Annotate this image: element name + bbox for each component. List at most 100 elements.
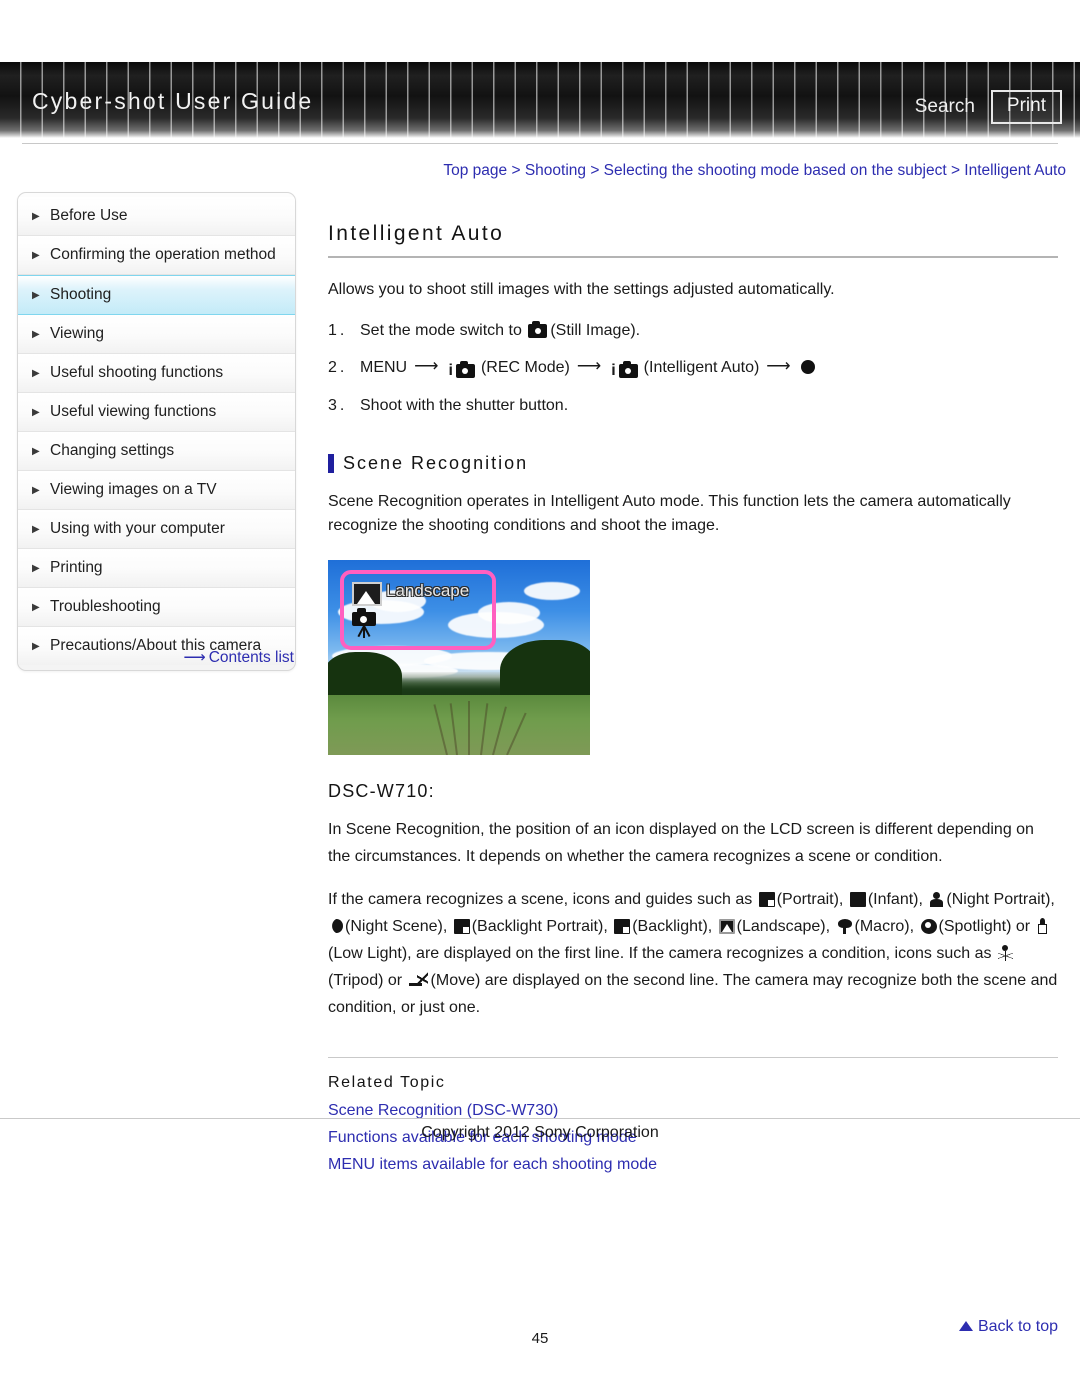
sidebar-item-label: Viewing images on a TV: [50, 481, 217, 498]
spotlight-icon: [920, 919, 937, 934]
text-part: (Night Portrait),: [946, 891, 1055, 908]
copyright-text: Copyright 2012 Sony Corporation: [421, 1124, 659, 1141]
sidebar-item-label: Changing settings: [50, 442, 175, 459]
contents-list-label: Contents list: [208, 649, 294, 666]
section-marker-icon: [328, 454, 334, 473]
text-part: (Move) are displayed on the second line.…: [328, 972, 1058, 1016]
landscape-icon: [718, 919, 735, 934]
intro-paragraph: Allows you to shoot still images with th…: [328, 281, 835, 298]
steps-list: 1. Set the mode switch to (Still Image).…: [328, 318, 1058, 419]
text-part: (Portrait),: [776, 891, 848, 908]
page-title: Intelligent Auto: [328, 222, 505, 245]
text-part: (Spotlight) or: [938, 918, 1035, 935]
chevron-right-icon: ▶: [32, 368, 40, 379]
cloud-shape: [524, 582, 580, 600]
main-content: Intelligent Auto Allows you to shoot sti…: [328, 222, 1058, 1335]
sidebar-item-troubleshooting[interactable]: ▶ Troubleshooting: [18, 588, 295, 627]
chevron-right-icon: ▶: [32, 250, 40, 261]
related-topic-title: Related Topic: [328, 1074, 446, 1091]
sidebar-item-label: Before Use: [50, 207, 128, 224]
sidebar-item-label: Using with your computer: [50, 520, 225, 537]
furrow-line: [468, 701, 470, 755]
sidebar-item-useful-viewing-functions[interactable]: ▶ Useful viewing functions: [18, 393, 295, 432]
header-divider: [22, 143, 1058, 144]
sidebar-item-shooting[interactable]: ▶ Shooting: [18, 275, 295, 315]
banner-actions: Search Print: [915, 90, 1062, 124]
step-text-pre: Set the mode switch to: [360, 322, 527, 339]
footer-divider: [0, 1118, 1080, 1119]
chevron-right-icon: ▶: [32, 446, 40, 457]
sidebar-item-useful-shooting-functions[interactable]: ▶ Useful shooting functions: [18, 354, 295, 393]
intelligent-auto-camera-icon: i: [611, 358, 640, 384]
intelligent-auto-camera-icon: i: [448, 358, 477, 384]
portrait-icon: [758, 892, 775, 907]
step-text-post: (Still Image).: [550, 322, 641, 339]
step-item-2: 2. MENU ⟶ i (REC Mode) ⟶ i (Intelligent Auto) ⟶: [328, 353, 1058, 384]
backlight-icon: [614, 919, 631, 934]
sidebar-item-label: Useful shooting functions: [50, 364, 224, 381]
chevron-right-icon: ▶: [32, 485, 40, 496]
model-title-dsc-w710: DSC-W710:: [328, 781, 435, 801]
breadcrumb[interactable]: Top page > Shooting > Selecting the shoo…: [443, 162, 1066, 180]
sidebar-item-label: Useful viewing functions: [50, 403, 217, 420]
text-part: (Low Light), are displayed on the first …: [328, 945, 996, 962]
search-link[interactable]: Search: [915, 96, 975, 118]
sidebar-item-label: Shooting: [50, 286, 112, 303]
sidebar-item-changing-settings[interactable]: ▶ Changing settings: [18, 432, 295, 471]
sidebar-item-label: Confirming the operation method: [50, 246, 276, 263]
landscape-mountain-icon: [352, 582, 382, 606]
chevron-right-icon: ▶: [32, 407, 40, 418]
section-title-label: Scene Recognition: [343, 453, 529, 473]
step-number: 2.: [328, 359, 348, 376]
model-paragraph-1: In Scene Recognition, the position of an…: [328, 821, 1034, 865]
text-part: (Infant),: [867, 891, 928, 908]
app-title: Cyber-shot User Guide: [32, 88, 314, 114]
step-item-1: 1. Set the mode switch to (Still Image).: [328, 318, 1058, 344]
landscape-label: Landscape: [386, 581, 470, 600]
sidebar-item-label: Troubleshooting: [50, 598, 161, 615]
arrow-right-icon: ⟶: [576, 356, 602, 375]
sidebar-item-viewing[interactable]: ▶ Viewing: [18, 315, 295, 354]
sidebar-item-printing[interactable]: ▶ Printing: [18, 549, 295, 588]
chevron-right-icon: ▶: [32, 524, 40, 535]
shutter-dot-icon: [800, 360, 815, 374]
night-scene-icon: [330, 919, 343, 934]
scene-recognition-illustration: Landscape: [328, 560, 590, 755]
sidebar-item-before-use[interactable]: ▶ Before Use: [18, 197, 295, 236]
step-number: 1.: [328, 322, 348, 339]
night-portrait-icon: [929, 892, 944, 907]
chevron-right-icon: ▶: [32, 329, 40, 340]
arrow-right-icon: ⟶: [414, 356, 439, 375]
page-number: 45: [531, 1330, 549, 1347]
model-paragraph-2: If the camera recognizes a scene, icons …: [328, 886, 1058, 1021]
sidebar-item-confirming-operation-method[interactable]: ▶ Confirming the operation method: [18, 236, 295, 275]
section-title-scene-recognition: Scene Recognition: [328, 453, 1058, 474]
field-shape: [328, 695, 590, 755]
chevron-right-icon: ▶: [32, 211, 40, 222]
related-topic-divider: [328, 1057, 1058, 1058]
arrow-right-icon: ⟶: [766, 356, 791, 375]
sidebar-item-using-with-your-computer[interactable]: ▶ Using with your computer: [18, 510, 295, 549]
arrow-right-icon: ⟶: [183, 649, 205, 666]
step-item-3: 3. Shoot with the shutter button.: [328, 393, 1058, 419]
backlight-portrait-icon: [453, 919, 470, 934]
step-text: Set the mode switch to (Still Image).: [360, 318, 1058, 344]
still-image-camera-icon: [528, 321, 548, 338]
step-number: 3.: [328, 397, 348, 414]
chevron-right-icon: ▶: [32, 602, 40, 613]
sidebar-nav: ▶ Before Use ▶ Confirming the operation …: [17, 192, 296, 671]
header-banner: Cyber-shot User Guide Search Print: [0, 62, 1080, 138]
chevron-right-icon: ▶: [32, 563, 40, 574]
infant-icon: [849, 892, 866, 907]
sidebar-item-viewing-images-on-a-tv[interactable]: ▶ Viewing images on a TV: [18, 471, 295, 510]
text-part: (Macro),: [854, 918, 919, 935]
low-light-icon: [1037, 918, 1048, 934]
text-part: (Backlight Portrait),: [471, 918, 613, 935]
related-link-menu-items-available[interactable]: MENU items available for each shooting m…: [328, 1156, 657, 1174]
title-divider: [328, 256, 1058, 258]
chevron-right-icon: ▶: [32, 290, 40, 301]
macro-icon: [837, 919, 853, 934]
print-button[interactable]: Print: [990, 90, 1062, 124]
tripod-icon: [997, 945, 1013, 961]
contents-list-link[interactable]: ⟶ Contents list: [17, 648, 296, 667]
